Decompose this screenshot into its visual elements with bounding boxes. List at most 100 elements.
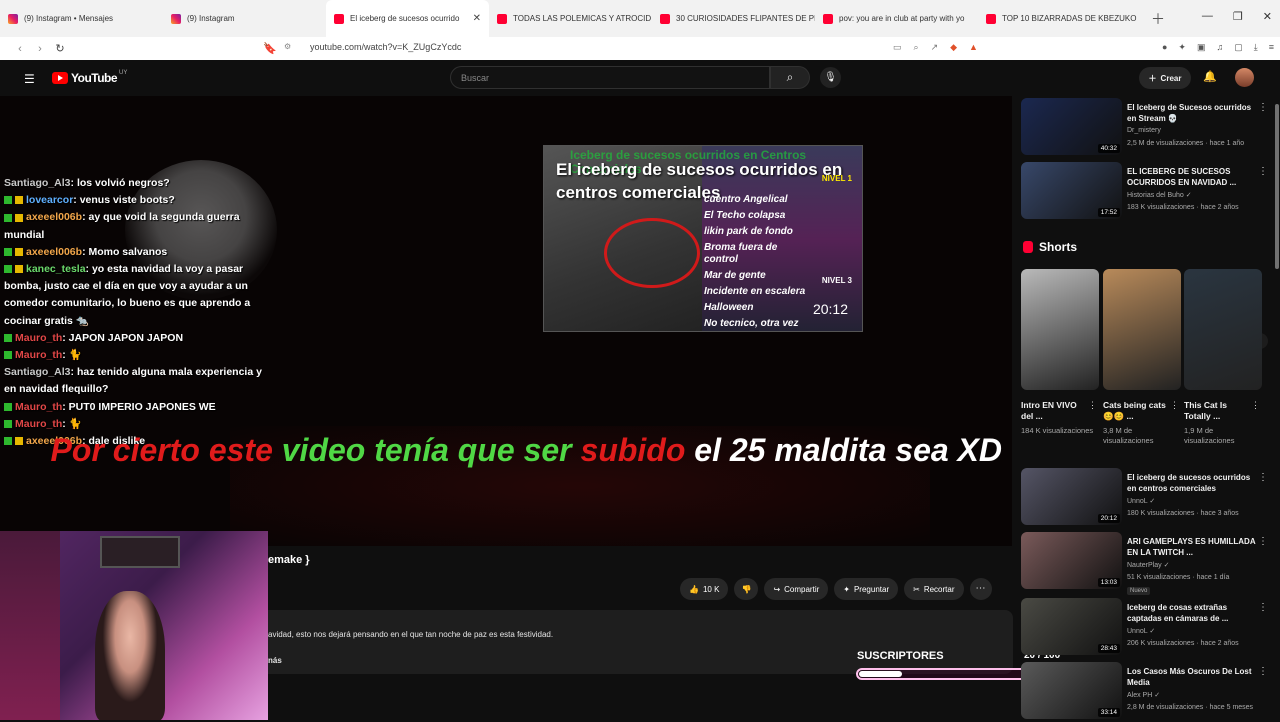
video-duration: 17:52 — [1097, 208, 1120, 217]
video-thumbnail[interactable]: 33:14 — [1021, 662, 1122, 719]
video-options-icon[interactable]: ⋮ — [1258, 666, 1268, 677]
video-options-icon[interactable]: ⋮ — [1258, 166, 1268, 177]
short-thumbnail[interactable] — [1184, 269, 1262, 390]
channel-name[interactable]: UnnoL ✓ — [1127, 497, 1155, 505]
short-card[interactable]: Cats being cats 😊😊 ... 3,8 M de visualiza… — [1103, 269, 1181, 446]
dislike-button[interactable]: 👎 — [734, 578, 759, 600]
video-thumbnail[interactable]: 13:03 — [1021, 532, 1122, 589]
share-button[interactable]: ↪ Compartir — [764, 578, 829, 600]
chat-message: Mauro_th: JAPON JAPON JAPON — [4, 330, 266, 347]
url-field[interactable]: youtube.com/watch?v=K_ZUgCzYcdc — [310, 42, 461, 52]
close-tab-icon[interactable]: ✕ — [473, 13, 481, 24]
related-video[interactable]: 17:52 EL ICEBERG DE SUCESOS OCURRIDOS EN … — [1021, 162, 1272, 222]
music-icon[interactable]: ♫ — [1216, 42, 1223, 53]
chat-username: Mauro_th — [15, 349, 63, 362]
video-thumbnail[interactable]: 20:12 — [1021, 468, 1122, 525]
menu-icon[interactable]: ≡ — [1269, 42, 1274, 53]
short-card[interactable]: Intro EN VIVO del ... 184 K visualizacion… — [1021, 269, 1099, 436]
chat-username: Mauro_th — [15, 400, 63, 413]
back-icon[interactable]: ‹ — [10, 43, 30, 55]
video-title[interactable]: ARI GAMEPLAYS ES HUMILLADA EN LA TWITCH … — [1127, 536, 1259, 558]
video-title[interactable]: El iceberg de sucesos ocurridos en centr… — [1127, 472, 1259, 494]
channel-name[interactable]: NauterPlay ✓ — [1127, 561, 1169, 569]
minimize-icon[interactable]: — — [1202, 10, 1213, 23]
site-info-icon[interactable]: ⚙ — [284, 42, 291, 51]
bookmark-icon[interactable]: 🔖 — [260, 42, 280, 55]
notifications-bell-icon[interactable]: 🔔 — [1203, 70, 1217, 83]
sidebar-toggle-icon[interactable]: ▣ — [1197, 42, 1206, 53]
browser-tab[interactable]: 30 CURIOSIDADES FLIPANTES DE PE — [652, 0, 815, 37]
thumbs-up-icon: 👍 — [689, 584, 699, 594]
browser-tab[interactable]: (9) Instagram • Mensajes — [0, 0, 163, 37]
short-card[interactable]: This Cat Is Totally ... 1,9 M de visualiz… — [1184, 269, 1262, 446]
zoom-icon[interactable]: ⌕ — [914, 42, 919, 53]
cast-icon[interactable]: ▭ — [893, 42, 902, 53]
share-page-icon[interactable]: ↗ — [931, 42, 939, 53]
hamburger-menu-icon[interactable]: ☰ — [24, 72, 35, 86]
short-thumbnail[interactable] — [1103, 269, 1181, 390]
video-title[interactable]: Los Casos Más Oscuros De Lost Media — [1127, 666, 1259, 688]
browser-tab[interactable]: (9) Instagram — [163, 0, 326, 37]
related-video[interactable]: 40:32 El Iceberg de Sucesos ocurridos en … — [1021, 98, 1272, 158]
chat-username: Santiago_Al3 — [4, 366, 71, 379]
browser-tab[interactable]: El iceberg de sucesos ocurrido ✕ — [326, 0, 489, 37]
channel-name[interactable]: Historias del Buho ✓ — [1127, 191, 1192, 199]
clip-button[interactable]: ✂ Recortar — [904, 578, 964, 600]
video-thumbnail[interactable]: 40:32 — [1021, 98, 1122, 155]
channel-name[interactable]: Dr_mistery — [1127, 127, 1161, 134]
video-options-icon[interactable]: ⋮ — [1258, 602, 1268, 613]
create-button[interactable]: ＋ Crear — [1139, 67, 1191, 89]
search-input[interactable]: Buscar — [450, 66, 770, 89]
related-video[interactable]: 20:12 El iceberg de sucesos ocurridos en … — [1021, 468, 1272, 528]
short-title[interactable]: Intro EN VIVO del ... — [1021, 400, 1087, 422]
description-more-link[interactable]: nás — [268, 656, 282, 665]
rewards-icon[interactable]: ▲ — [969, 42, 978, 53]
voice-search-button[interactable]: 🎙 — [820, 67, 841, 88]
video-title[interactable]: EL ICEBERG DE SUCESOS OCURRIDOS EN NAVID… — [1127, 166, 1259, 188]
short-options-icon[interactable]: ⋮ — [1170, 400, 1179, 411]
shorts-icon — [1023, 241, 1033, 253]
address-bar: ‹ › ↻ 🔖 ⚙ youtube.com/watch?v=K_ZUgCzYcd… — [0, 37, 1280, 60]
short-thumbnail[interactable] — [1021, 269, 1099, 390]
channel-name[interactable]: Alex PH ✓ — [1127, 691, 1160, 699]
more-actions-icon[interactable]: ⋯ — [969, 578, 992, 600]
video-options-icon[interactable]: ⋮ — [1258, 536, 1268, 547]
chat-username: axeeel006b — [26, 211, 83, 224]
scrollbar-thumb[interactable] — [1275, 104, 1279, 269]
restore-icon[interactable]: ❐ — [1233, 10, 1243, 23]
video-duration: 13:03 — [1097, 578, 1120, 587]
search-button[interactable]: ⌕ — [770, 66, 810, 89]
short-options-icon[interactable]: ⋮ — [1251, 400, 1260, 411]
like-button[interactable]: 👍 10 K — [680, 578, 729, 600]
related-video[interactable]: 13:03 ARI GAMEPLAYS ES HUMILLADA EN LA TW… — [1021, 532, 1272, 595]
browser-tab[interactable]: TOP 10 BIZARRADAS DE KBEZUKO — [978, 0, 1141, 37]
description-box[interactable] — [268, 610, 1013, 674]
video-options-icon[interactable]: ⋮ — [1258, 472, 1268, 483]
reload-icon[interactable]: ↻ — [50, 42, 70, 55]
puzzle-icon[interactable]: ✦ — [1178, 42, 1186, 53]
subscriber-badge-icon — [4, 265, 12, 274]
youtube-logo[interactable]: YouTube UY — [52, 70, 127, 85]
browser-tab[interactable]: pov: you are in club at party with yo — [815, 0, 978, 37]
account-avatar[interactable] — [1235, 68, 1254, 87]
short-title[interactable]: Cats being cats 😊😊 ... — [1103, 400, 1169, 422]
extension-icon[interactable]: ● — [1162, 42, 1167, 53]
brave-shield-icon[interactable]: ◆ — [950, 42, 957, 53]
browser-tab[interactable]: TODAS LAS POLEMICAS Y ATROCID — [489, 0, 652, 37]
video-thumbnail[interactable]: 28:43 — [1021, 598, 1122, 655]
forward-icon[interactable]: › — [30, 43, 50, 55]
short-title[interactable]: This Cat Is Totally ... — [1184, 400, 1250, 422]
video-title[interactable]: El Iceberg de Sucesos ocurridos en Strea… — [1127, 102, 1259, 124]
video-thumbnail[interactable]: 17:52 — [1021, 162, 1122, 219]
download-icon[interactable]: ⤓ — [1254, 42, 1258, 53]
video-options-icon[interactable]: ⋮ — [1258, 102, 1268, 113]
close-window-icon[interactable]: ✕ — [1263, 10, 1272, 23]
wallet-icon[interactable]: ▢ — [1234, 42, 1243, 53]
video-title[interactable]: Iceberg de cosas extrañas captadas en cá… — [1127, 602, 1259, 624]
related-video[interactable]: 33:14 Los Casos Más Oscuros De Lost Media… — [1021, 662, 1272, 722]
short-options-icon[interactable]: ⋮ — [1088, 400, 1097, 411]
new-tab-icon[interactable]: ＋ — [1151, 9, 1165, 29]
related-video[interactable]: 28:43 Iceberg de cosas extrañas captadas … — [1021, 598, 1272, 658]
channel-name[interactable]: UnnoL ✓ — [1127, 627, 1155, 635]
ask-button[interactable]: ✦ Preguntar — [834, 578, 899, 600]
